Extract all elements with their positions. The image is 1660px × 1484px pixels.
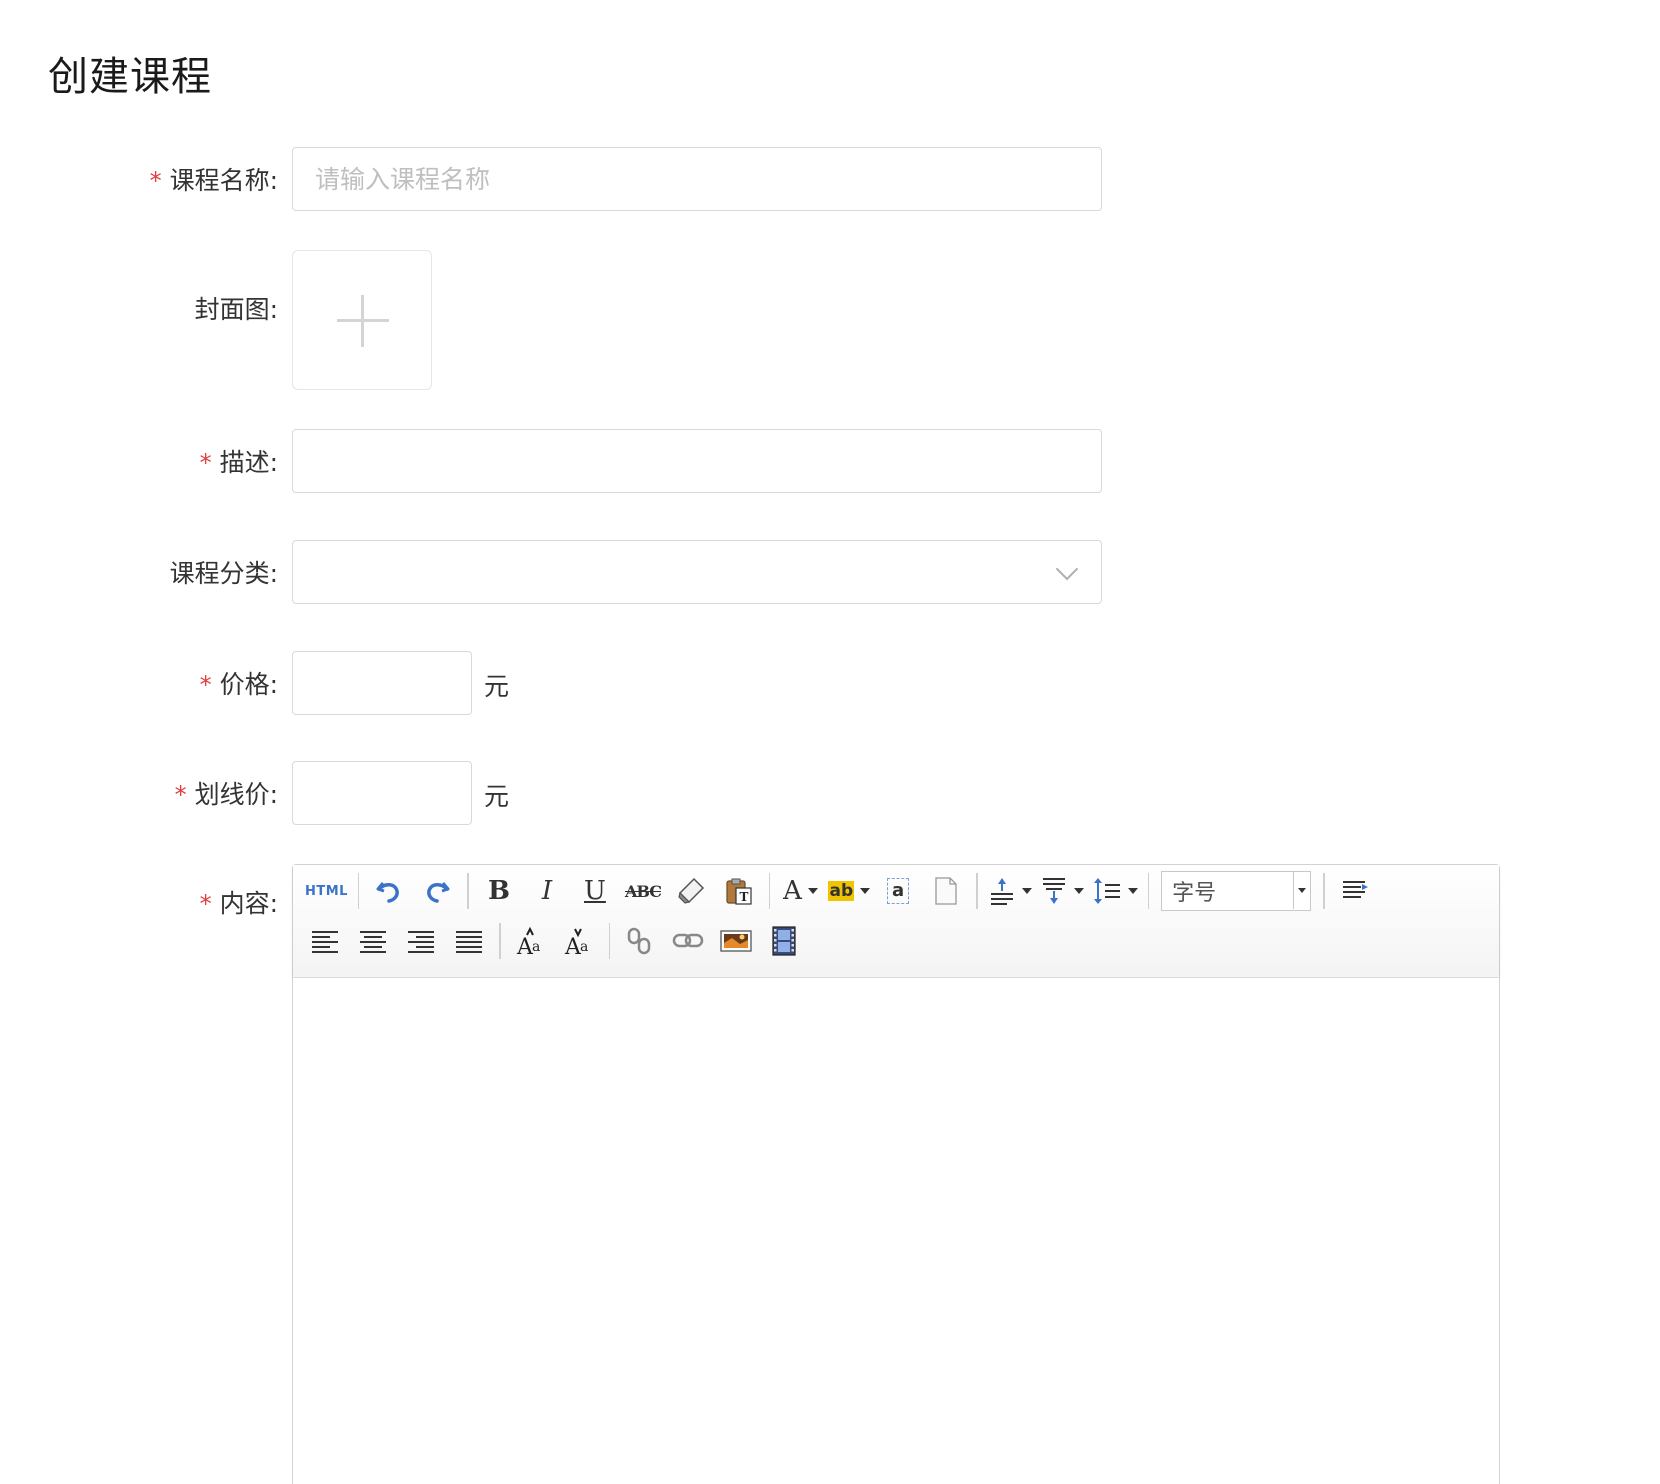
font-size-value: 字号: [1172, 881, 1217, 906]
superscript-icon: A a: [516, 926, 540, 957]
svg-text:T: T: [739, 890, 748, 904]
undo-button[interactable]: [369, 871, 409, 911]
undo-icon: [376, 882, 400, 903]
cover-label: 封面图:: [194, 295, 278, 324]
price-row: * 价格: 元: [0, 651, 1660, 715]
underline-icon: U: [584, 876, 606, 906]
required-mark: *: [199, 890, 212, 918]
align-right-icon: [408, 931, 434, 953]
required-mark: *: [199, 671, 212, 699]
course-name-label: * 课程名称:: [149, 166, 278, 195]
svg-text:a: a: [532, 939, 540, 955]
line-height-button[interactable]: [1092, 871, 1138, 911]
strike-price-unit: 元: [484, 782, 510, 811]
link-button[interactable]: [668, 921, 708, 961]
video-icon: [772, 926, 796, 956]
chevron-down-icon: [807, 888, 818, 894]
align-center-button[interactable]: [353, 921, 393, 961]
strike-price-label: * 划线价:: [174, 780, 278, 809]
strike-price-row: * 划线价: 元: [0, 761, 1660, 825]
align-justify-icon: [456, 931, 482, 953]
format-a-icon: a: [887, 878, 910, 904]
eraser-icon: [678, 877, 705, 904]
cover-upload-button[interactable]: [292, 250, 432, 390]
html-icon: HTML: [305, 883, 348, 899]
course-name-input[interactable]: [292, 147, 1102, 211]
unlink-button[interactable]: [620, 921, 660, 961]
price-label: * 价格:: [199, 670, 278, 699]
strike-price-input[interactable]: [292, 761, 472, 825]
line-height-icon: [1093, 878, 1120, 904]
paste-text-button[interactable]: T: [719, 871, 759, 911]
description-input[interactable]: [292, 429, 1102, 493]
required-mark: *: [199, 449, 212, 477]
chevron-down-icon: [860, 888, 871, 894]
paragraph-spacing-bottom-button[interactable]: [1040, 871, 1084, 911]
underline-button[interactable]: U: [575, 871, 615, 911]
redo-icon: [427, 882, 450, 903]
superscript-button[interactable]: A a: [511, 921, 551, 961]
svg-text:a: a: [580, 939, 588, 955]
cover-row: 封面图:: [0, 250, 1660, 390]
eraser-button[interactable]: [671, 871, 711, 911]
paste-text-icon: T: [726, 878, 752, 905]
image-button[interactable]: [716, 921, 756, 961]
align-right-button[interactable]: [401, 921, 441, 961]
align-left-icon: [312, 931, 338, 953]
price-unit: 元: [484, 672, 510, 701]
chevron-down-icon: [1127, 888, 1138, 894]
paragraph-spacing-top-button[interactable]: [988, 871, 1032, 911]
editor-toolbar: HTML B I U ABC T A ab a 字号 A a A a: [293, 865, 1499, 978]
strikethrough-icon: ABC: [624, 881, 662, 901]
italic-icon: I: [541, 876, 553, 906]
subscript-button[interactable]: A a: [559, 921, 599, 961]
image-icon: [720, 930, 752, 952]
description-row: * 描述:: [0, 429, 1660, 493]
category-label: 课程分类:: [169, 559, 278, 588]
description-label: * 描述:: [199, 448, 278, 477]
formatting-button[interactable]: a: [878, 871, 918, 911]
content-label: * 内容:: [199, 889, 278, 918]
strikethrough-button[interactable]: ABC: [623, 871, 663, 911]
chevron-down-icon: [1021, 888, 1032, 894]
bold-button[interactable]: B: [479, 871, 519, 911]
category-row: 课程分类:: [0, 540, 1660, 604]
link-icon: [672, 933, 704, 948]
bold-icon: B: [487, 876, 510, 906]
italic-button[interactable]: I: [527, 871, 567, 911]
category-select[interactable]: [292, 540, 1102, 604]
required-mark: *: [149, 167, 162, 195]
chevron-down-icon: [1293, 872, 1310, 909]
align-justify-button[interactable]: [449, 921, 489, 961]
subscript-icon: A a: [564, 928, 588, 957]
blank-page-button[interactable]: [926, 871, 966, 911]
highlight-icon: ab: [828, 881, 855, 901]
page-icon: [935, 877, 957, 905]
spacing-bottom-icon: [1042, 878, 1065, 904]
course-name-row: * 课程名称:: [0, 147, 1660, 211]
font-color-button[interactable]: A: [780, 871, 820, 911]
paragraph-format-icon: [1342, 881, 1368, 898]
highlight-color-button[interactable]: ab: [828, 871, 871, 911]
spacing-top-icon: [990, 878, 1013, 905]
price-input[interactable]: [292, 651, 472, 715]
rich-text-editor: HTML B I U ABC T A ab a 字号 A a A a: [292, 864, 1500, 1484]
align-center-icon: [360, 931, 386, 953]
chevron-down-icon: [1055, 557, 1079, 581]
required-mark: *: [174, 781, 187, 809]
redo-button[interactable]: [417, 871, 457, 911]
html-source-button[interactable]: HTML: [305, 871, 348, 911]
page-title: 创建课程: [48, 54, 212, 100]
editor-content-area[interactable]: [293, 978, 1499, 1484]
toolbar-row-2: A a A a: [301, 919, 808, 963]
unlink-icon: [627, 927, 651, 955]
font-color-icon: A: [783, 876, 802, 906]
chevron-down-icon: [1073, 888, 1084, 894]
toolbar-row-1: HTML B I U ABC T A ab a 字号: [301, 869, 1379, 913]
video-button[interactable]: [764, 921, 804, 961]
format-paragraph-button[interactable]: [1335, 871, 1375, 911]
font-size-select[interactable]: 字号: [1161, 871, 1312, 911]
align-left-button[interactable]: [305, 921, 345, 961]
